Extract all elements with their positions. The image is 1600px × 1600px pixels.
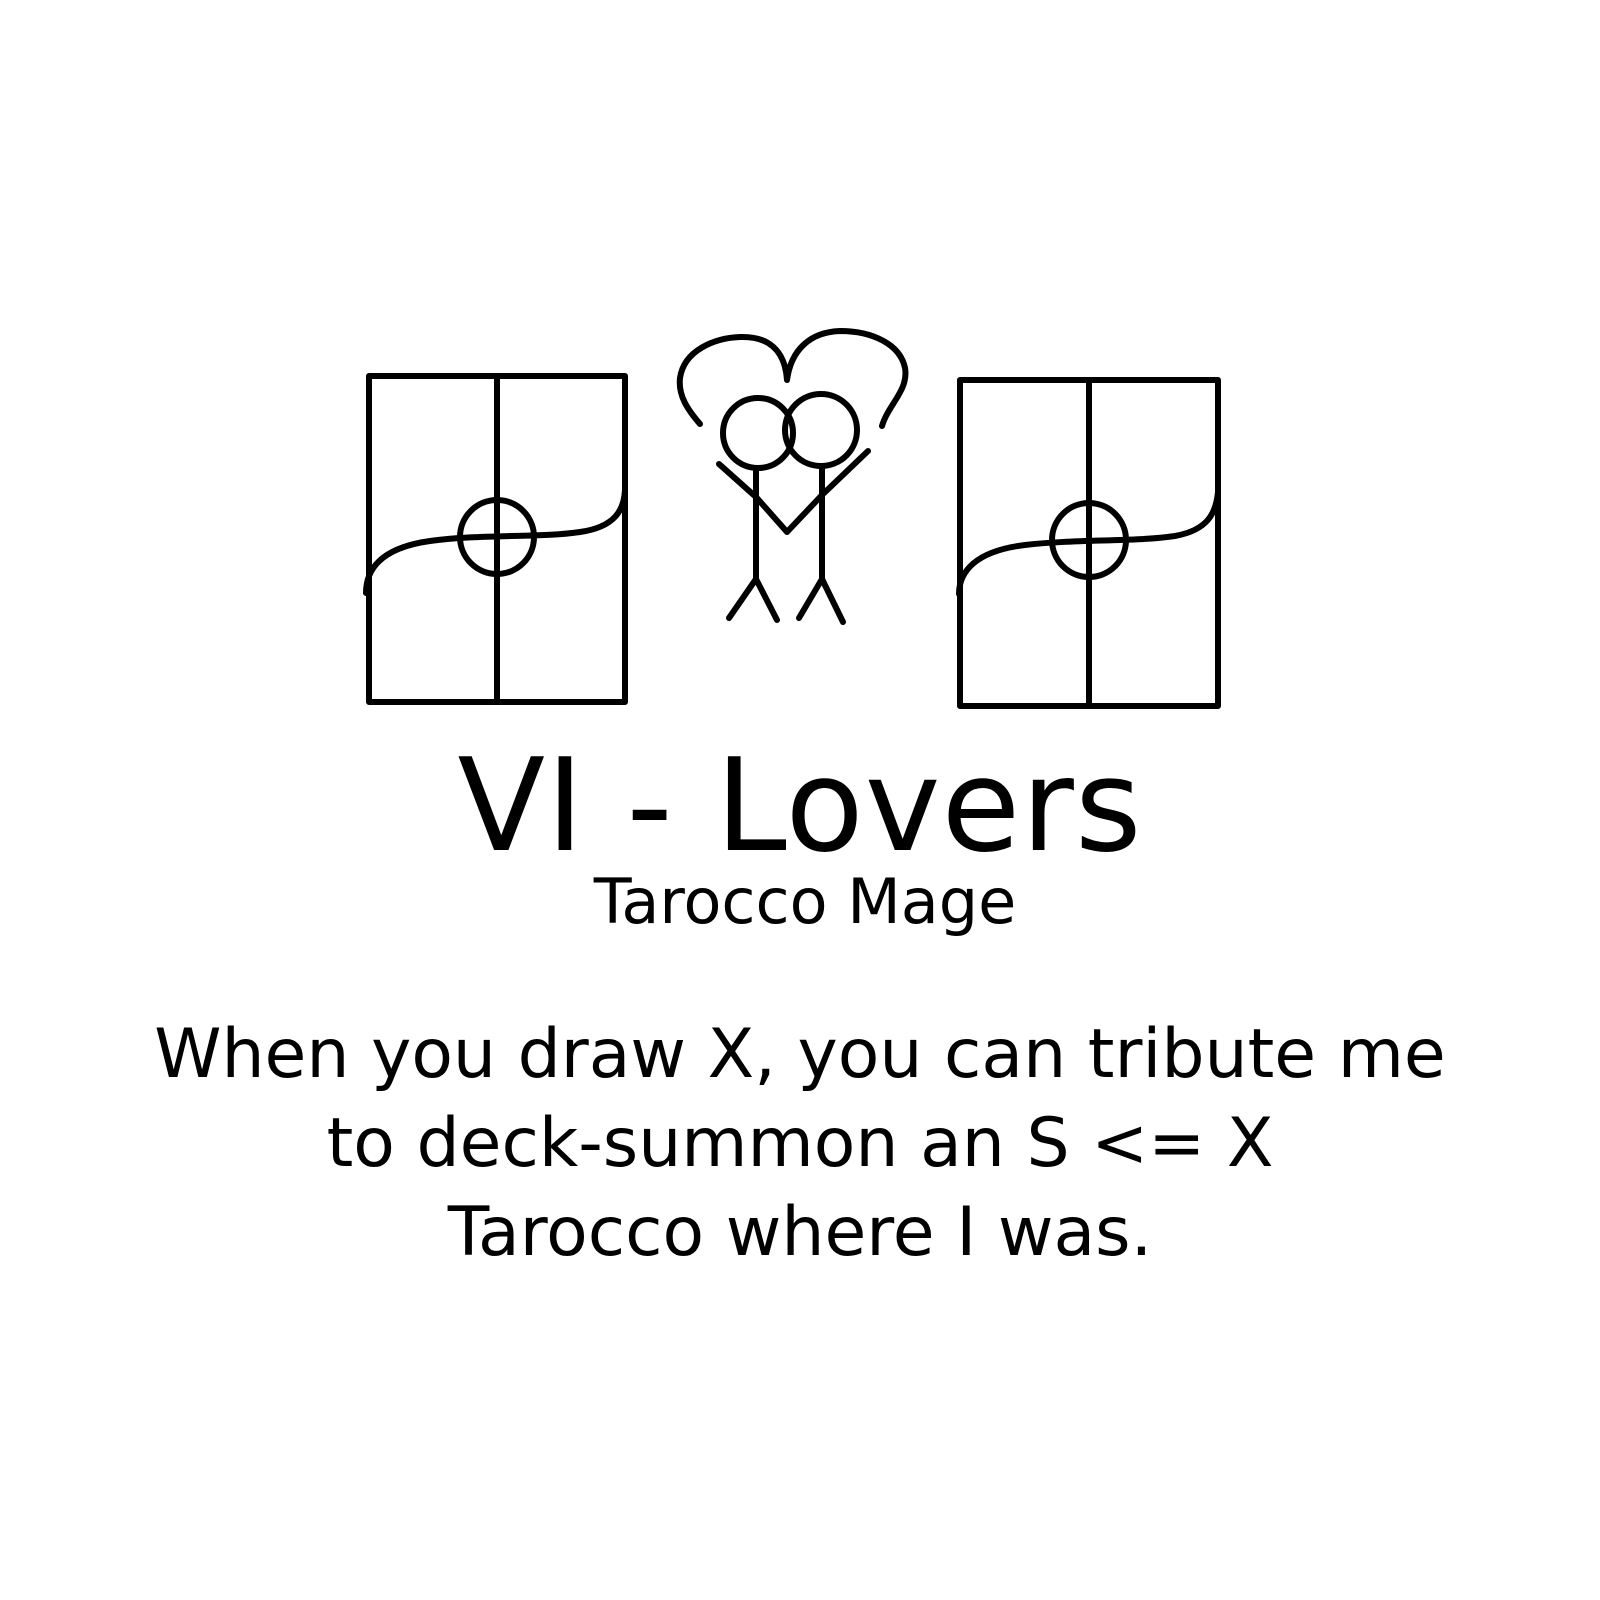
card-artwork-svg: [363, 328, 1221, 709]
card-title: VI - Lovers: [457, 732, 1143, 881]
right-tarocco-sigil-icon: [956, 377, 1221, 709]
card-artwork: [0, 0, 1600, 760]
card-ability-text: When you draw X, you can tribute me to d…: [150, 1010, 1450, 1277]
ability-line: Tarocco where I was.: [447, 1193, 1153, 1272]
lovers-stick-figures-icon: [676, 328, 909, 625]
card-type-line: Tarocco Mage: [593, 865, 1017, 938]
ability-line: to deck-summon an S <= X: [326, 1104, 1274, 1183]
ability-line: When you draw X, you can tribute me: [154, 1015, 1446, 1094]
left-tarocco-sigil-icon: [363, 373, 628, 705]
